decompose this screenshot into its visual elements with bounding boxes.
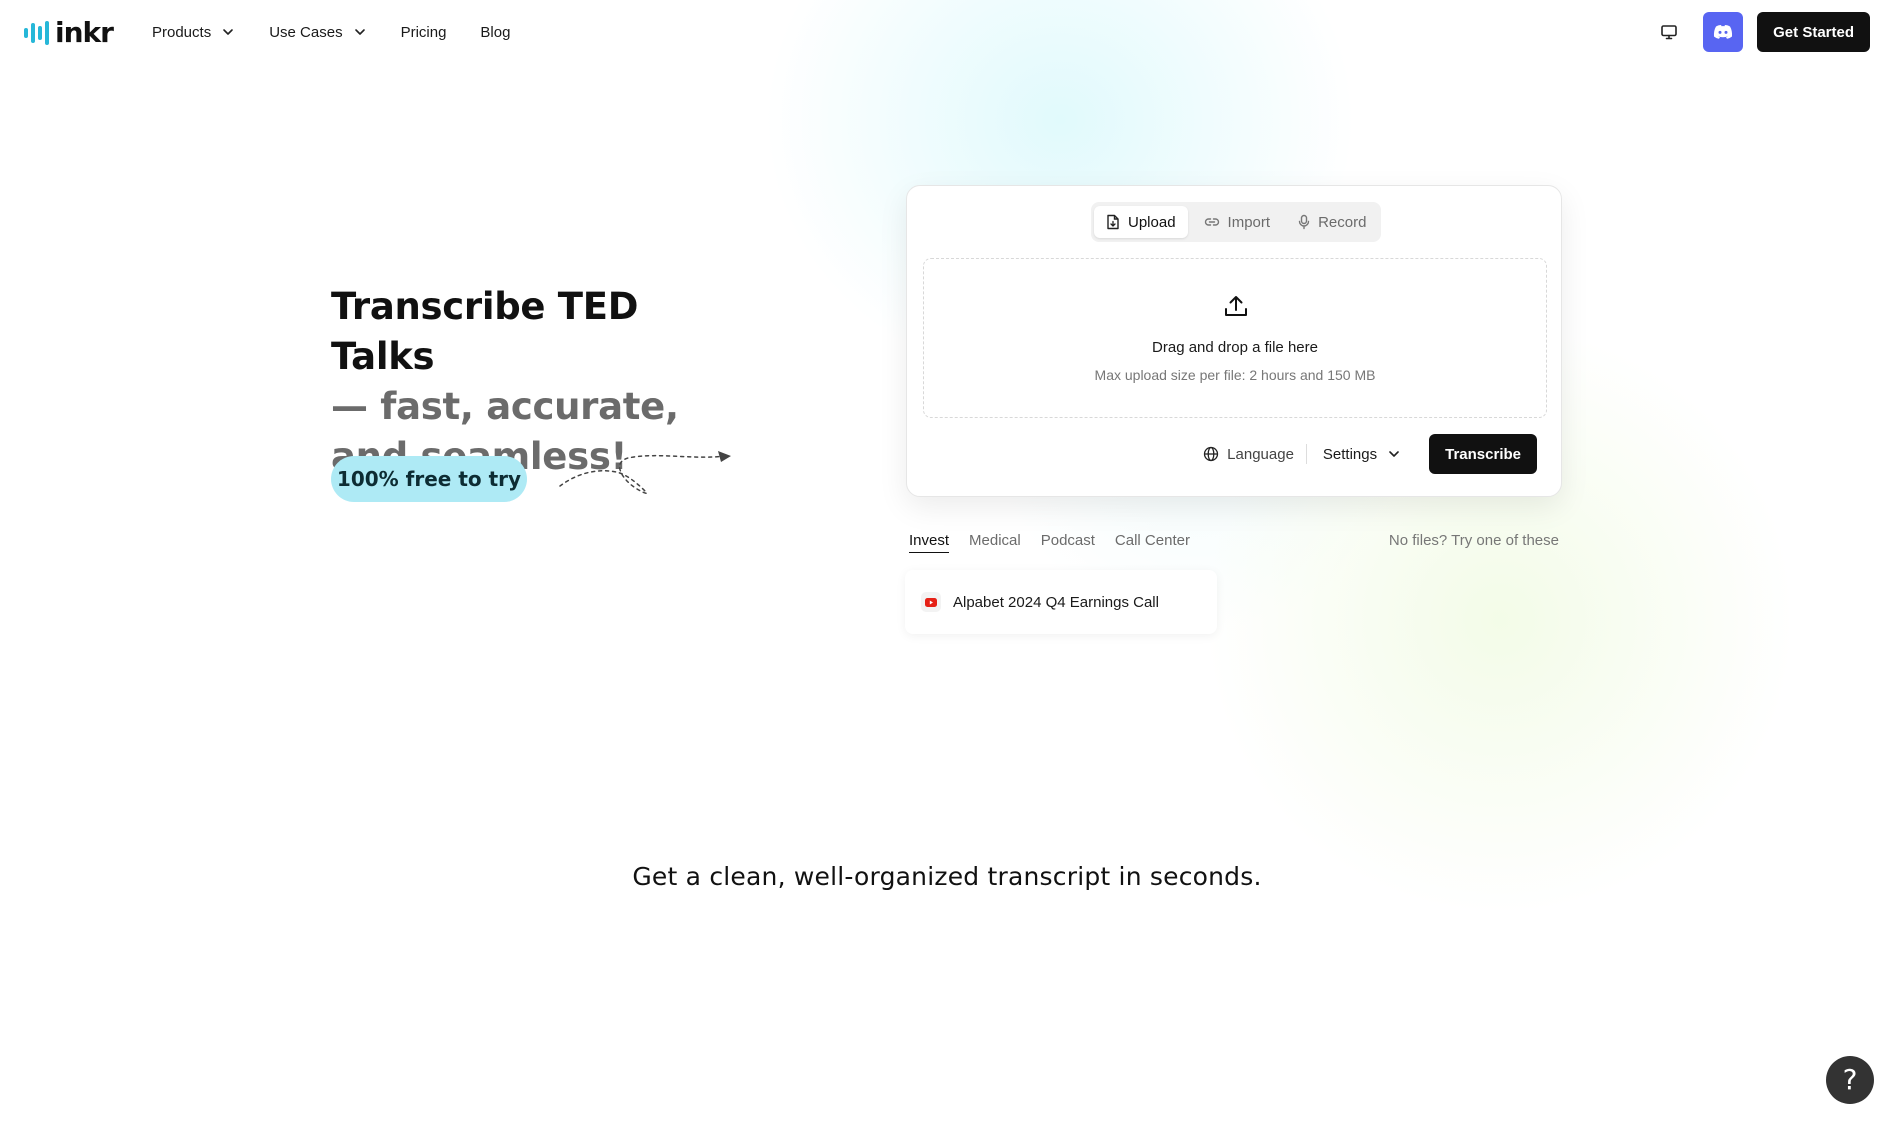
tab-call-center[interactable]: Call Center xyxy=(1115,532,1190,553)
upload-card-footer: Language Settings Transcribe xyxy=(1203,434,1537,474)
top-nav: inkr Products Use Cases Pricing Blog Get… xyxy=(0,0,1894,64)
dropzone-title: Drag and drop a file here xyxy=(1152,339,1318,356)
tab-medical[interactable]: Medical xyxy=(969,532,1021,553)
free-trial-badge: 100% free to try xyxy=(331,456,527,502)
hero-title-line1: Transcribe TED Talks xyxy=(331,285,639,378)
sample-category-tabs: Invest Medical Podcast Call Center xyxy=(909,532,1190,553)
chevron-down-icon xyxy=(223,29,234,35)
samples-hint: No files? Try one of these xyxy=(1388,532,1559,549)
get-started-button[interactable]: Get Started xyxy=(1757,12,1870,52)
sample-item[interactable]: Alpabet 2024 Q4 Earnings Call xyxy=(905,570,1217,634)
language-label: Language xyxy=(1227,445,1294,463)
dashed-arrow-icon xyxy=(559,451,731,494)
tab-record[interactable]: Record xyxy=(1286,206,1378,238)
nav-use-cases[interactable]: Use Cases xyxy=(269,24,366,41)
desktop-app-button[interactable] xyxy=(1649,12,1689,52)
logo-text: inkr xyxy=(55,16,114,49)
mic-icon xyxy=(1298,214,1310,230)
subheadline: Get a clean, well-organized transcript i… xyxy=(632,862,1262,891)
background-glow xyxy=(0,0,1894,1124)
nav-links: Products Use Cases Pricing Blog xyxy=(152,0,544,64)
discord-button[interactable] xyxy=(1703,12,1744,52)
transcribe-button[interactable]: Transcribe xyxy=(1429,434,1537,474)
logo[interactable]: inkr xyxy=(24,16,114,49)
tab-podcast[interactable]: Podcast xyxy=(1041,532,1095,553)
chevron-down-icon xyxy=(354,29,365,35)
help-icon: ? xyxy=(1842,1063,1858,1096)
nav-products[interactable]: Products xyxy=(152,24,235,41)
logo-mark-icon xyxy=(24,18,49,48)
file-icon xyxy=(1107,214,1119,230)
youtube-icon xyxy=(921,592,941,612)
source-tabs: Upload Import Record xyxy=(1091,202,1381,242)
nav-pricing-label: Pricing xyxy=(400,23,447,41)
tab-upload-label: Upload xyxy=(1128,213,1176,231)
nav-use-cases-label: Use Cases xyxy=(269,23,343,41)
tab-import-label: Import xyxy=(1227,213,1271,231)
help-button[interactable]: ? xyxy=(1826,1056,1874,1104)
nav-blog[interactable]: Blog xyxy=(480,24,510,41)
nav-pricing[interactable]: Pricing xyxy=(401,24,447,41)
hero-title-line2: — fast, accurate, xyxy=(331,385,679,428)
settings-label: Settings xyxy=(1322,445,1378,463)
nav-blog-label: Blog xyxy=(480,23,511,41)
link-icon xyxy=(1204,218,1219,226)
sample-item-label: Alpabet 2024 Q4 Earnings Call xyxy=(953,593,1159,611)
tab-upload[interactable]: Upload xyxy=(1094,206,1188,238)
upload-card: Upload Import Record Drag and drop a fil… xyxy=(906,185,1562,497)
tab-import[interactable]: Import xyxy=(1192,206,1283,238)
tab-invest[interactable]: Invest xyxy=(909,532,950,553)
upload-icon xyxy=(1225,296,1247,316)
chevron-down-icon xyxy=(1389,451,1399,457)
globe-icon xyxy=(1204,446,1219,462)
nav-actions: Get Started xyxy=(1649,12,1870,52)
footer-divider xyxy=(1305,444,1307,464)
discord-icon xyxy=(1714,25,1733,39)
language-select[interactable]: Language xyxy=(1203,446,1306,463)
nav-products-label: Products xyxy=(152,23,212,41)
file-dropzone[interactable]: Drag and drop a file here Max upload siz… xyxy=(923,258,1547,418)
tab-record-label: Record xyxy=(1318,213,1367,231)
settings-dropdown[interactable]: Settings xyxy=(1323,446,1401,463)
dropzone-subtitle: Max upload size per file: 2 hours and 15… xyxy=(1094,367,1376,383)
monitor-icon xyxy=(1661,25,1677,40)
